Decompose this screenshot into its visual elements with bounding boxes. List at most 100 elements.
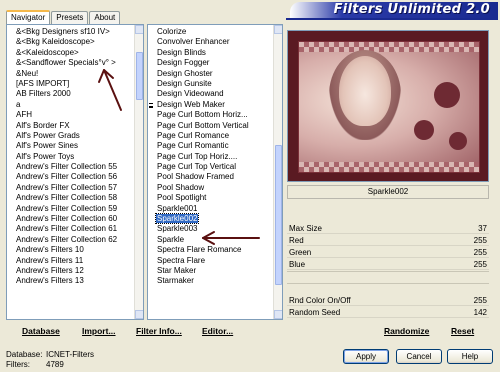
filter-label: Sparkle001 — [157, 203, 198, 213]
param-red[interactable]: Red 255 — [287, 235, 489, 246]
cancel-button[interactable]: Cancel — [396, 349, 442, 364]
category-item[interactable]: a — [7, 100, 143, 110]
param-max-size[interactable]: Max Size 37 — [287, 223, 489, 234]
tab-about[interactable]: About — [89, 11, 121, 24]
param-label: Red — [289, 236, 304, 245]
category-item[interactable]: &<Bkg Designers sf10 IV> — [7, 27, 143, 37]
filter-label: Colorize — [157, 27, 187, 36]
category-item[interactable]: &<Bkg Kaleidoscope> — [7, 37, 143, 47]
category-item[interactable]: AFH — [7, 110, 143, 120]
category-scroll-thumb[interactable] — [136, 52, 143, 100]
scroll-down-arrow-icon[interactable] — [135, 310, 143, 319]
param-green[interactable]: Green 255 — [287, 247, 489, 258]
scroll-up-arrow-icon[interactable] — [135, 25, 143, 34]
category-item[interactable]: Andrew's Filter Collection 61 — [7, 224, 143, 234]
filter-item[interactable]: Pool Spotlight — [148, 193, 282, 203]
scroll-up-arrow-icon[interactable] — [274, 25, 282, 34]
filter-scrollbar[interactable] — [273, 25, 282, 319]
tab-navigator[interactable]: Navigator — [6, 10, 51, 24]
filter-list[interactable]: Colorize Convolver Enhancer Design Blinds D… — [148, 25, 282, 287]
preview-caption: Sparkle002 — [287, 185, 489, 199]
category-item[interactable]: Andrew's Filters 13 — [7, 276, 143, 286]
category-item[interactable]: &<Sandflower Specials°v° > — [7, 58, 143, 68]
category-list[interactable]: &<Bkg Designers sf10 IV> &<Bkg Kaleidosco… — [7, 25, 143, 287]
filter-item[interactable]: Sparkle002 — [148, 213, 282, 225]
filter-item[interactable]: Design Web Maker — [148, 100, 282, 110]
filter-item[interactable]: Design Gunsite — [148, 79, 282, 89]
filter-item[interactable]: Pool Shadow Framed — [148, 172, 282, 182]
category-label: Alf's Power Sines — [16, 141, 78, 151]
category-item[interactable]: Andrew's Filters 10 — [7, 245, 143, 255]
checker-border-top — [299, 42, 479, 52]
filter-item[interactable]: Sparkle001 — [148, 204, 282, 214]
filter-item[interactable]: Starmaker — [148, 276, 282, 286]
filter-item[interactable]: Page Curl Bottom Horiz... — [148, 110, 282, 120]
param-value: 255 — [473, 260, 487, 269]
category-scrollbar[interactable] — [134, 25, 143, 319]
reset-button[interactable]: Reset — [451, 325, 474, 337]
filter-item[interactable]: Page Curl Romantic — [148, 141, 282, 151]
category-label: Alf's Power Grads — [16, 130, 80, 140]
filter-item[interactable]: Spectra Flare — [148, 256, 282, 266]
editor-button[interactable]: Editor... — [202, 325, 233, 337]
filter-list-panel: Colorize Convolver Enhancer Design Blinds D… — [147, 24, 283, 320]
category-item[interactable]: Alf's Power Grads — [7, 131, 143, 141]
filters-unlimited-window: Filters Unlimited 2.0 Navigator Presets … — [0, 0, 500, 372]
filter-item[interactable]: Pool Shadow — [148, 183, 282, 193]
preview-artwork — [298, 41, 480, 173]
category-item[interactable]: Andrew's Filters 11 — [7, 256, 143, 266]
filters-count-label: Filters: — [6, 360, 30, 369]
category-item[interactable]: Andrew's Filter Collection 59 — [7, 204, 143, 214]
filter-item[interactable]: Design Blinds — [148, 48, 282, 58]
filter-item[interactable]: Page Curl Bottom Vertical — [148, 121, 282, 131]
filter-item[interactable]: Star Maker — [148, 266, 282, 276]
category-item[interactable]: Alf's Border FX — [7, 121, 143, 131]
param-divider — [287, 271, 489, 272]
category-item[interactable]: AB Filters 2000 — [7, 89, 143, 99]
category-item[interactable]: [AFS IMPORT] — [7, 79, 143, 89]
category-item[interactable]: Alf's Power Sines — [7, 141, 143, 151]
category-label: Andrew's Filters 13 — [16, 276, 84, 286]
filter-item[interactable]: Spectra Flare Romance — [148, 245, 282, 255]
randomize-button[interactable]: Randomize — [384, 325, 429, 337]
filter-item[interactable]: Page Curl Top Vertical — [148, 162, 282, 172]
apply-button[interactable]: Apply — [343, 349, 389, 364]
filter-item[interactable]: Page Curl Top Horiz.... — [148, 152, 282, 162]
import-button[interactable]: Import... — [82, 325, 116, 337]
filter-label: Page Curl Bottom Horiz... — [157, 110, 248, 120]
filter-item[interactable]: Colorize — [148, 27, 282, 37]
category-label: Alf's Border FX — [16, 120, 70, 130]
category-label: AB Filters 2000 — [16, 89, 71, 99]
category-item[interactable]: &<Kaleidoscope> — [7, 48, 143, 58]
filter-scroll-thumb[interactable] — [275, 145, 282, 285]
category-item[interactable]: Andrew's Filters 12 — [7, 266, 143, 276]
param-label: Max Size — [289, 224, 322, 233]
filter-info-button[interactable]: Filter Info... — [136, 325, 182, 337]
param-rnd-color[interactable]: Rnd Color On/Off 255 — [287, 295, 489, 306]
filter-item[interactable]: Page Curl Romance — [148, 131, 282, 141]
category-item[interactable]: Alf's Power Toys — [7, 152, 143, 162]
category-item[interactable]: Andrew's Filter Collection 56 — [7, 172, 143, 182]
category-item[interactable]: &Neu! — [7, 69, 143, 79]
category-item[interactable]: Andrew's Filter Collection 55 — [7, 162, 143, 172]
help-button[interactable]: Help — [447, 349, 493, 364]
filter-item[interactable]: Design Fogger — [148, 58, 282, 68]
filter-item[interactable]: Design Ghoster — [148, 69, 282, 79]
category-item[interactable]: Andrew's Filter Collection 58 — [7, 193, 143, 203]
category-item[interactable]: Andrew's Filter Collection 60 — [7, 214, 143, 224]
category-label: Andrew's Filter Collection 56 — [16, 172, 118, 182]
category-label: Andrew's Filter Collection 60 — [16, 214, 118, 224]
param-random-seed[interactable]: Random Seed 142 — [287, 307, 489, 318]
param-blue[interactable]: Blue 255 — [287, 259, 489, 270]
category-item[interactable]: Andrew's Filter Collection 62 — [7, 235, 143, 245]
filter-label: Pool Spotlight — [157, 193, 207, 203]
tab-presets[interactable]: Presets — [51, 11, 89, 24]
category-label: AFH — [16, 110, 32, 120]
category-item[interactable]: Andrew's Filter Collection 57 — [7, 183, 143, 193]
filter-item[interactable]: Sparkle003 — [148, 224, 282, 234]
filter-item[interactable]: Sparkle — [148, 235, 282, 245]
filter-item[interactable]: Design Videowand — [148, 89, 282, 99]
database-button[interactable]: Database — [22, 325, 60, 337]
filter-item[interactable]: Convolver Enhancer — [148, 37, 282, 47]
scroll-down-arrow-icon[interactable] — [274, 310, 282, 319]
